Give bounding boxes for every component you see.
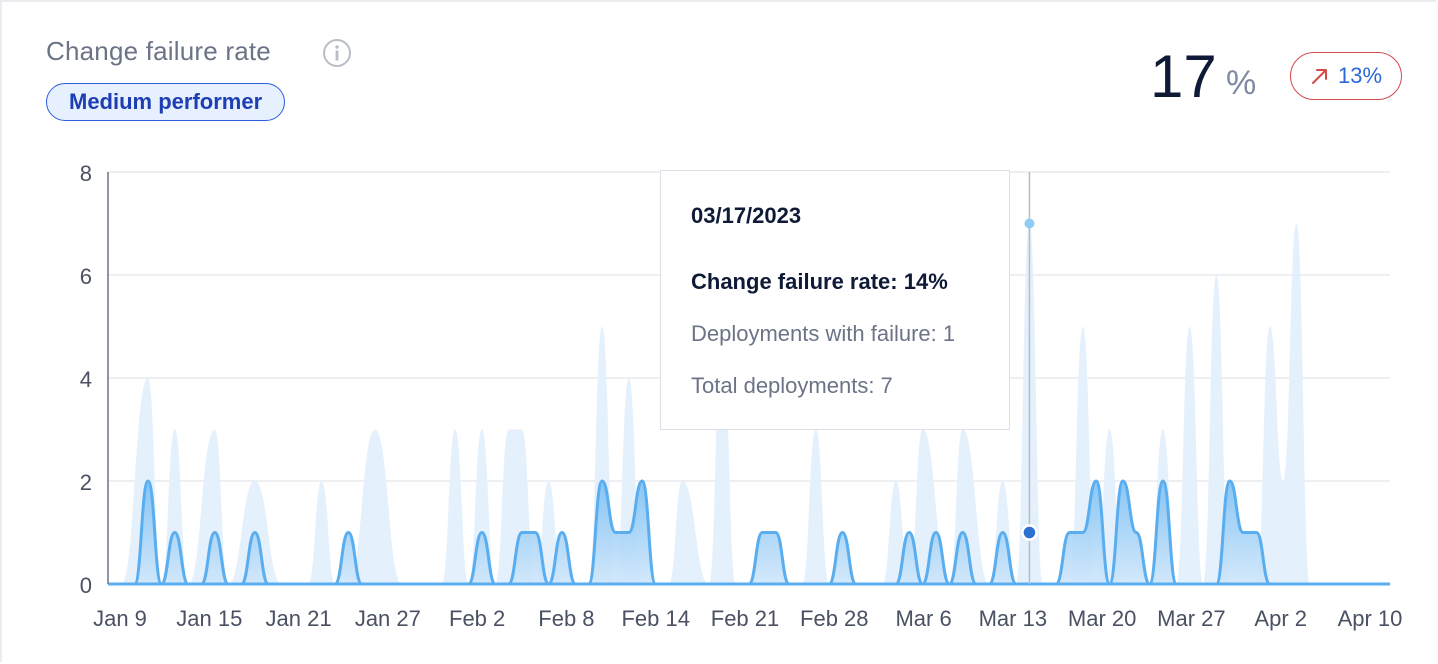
x-tick-label: Jan 9 xyxy=(93,606,147,631)
x-tick-label: Feb 28 xyxy=(800,606,869,631)
x-tick-label: Apr 10 xyxy=(1338,606,1403,631)
x-tick-label: Apr 2 xyxy=(1254,606,1307,631)
x-tick-label: Mar 6 xyxy=(895,606,951,631)
x-tick-label: Mar 20 xyxy=(1068,606,1136,631)
total-marker xyxy=(1024,219,1034,229)
y-tick-label: 0 xyxy=(80,573,92,598)
y-tick-label: 8 xyxy=(80,161,92,186)
x-tick-label: Feb 21 xyxy=(711,606,780,631)
failure-marker xyxy=(1022,526,1036,540)
x-tick-label: Feb 2 xyxy=(449,606,505,631)
x-tick-label: Mar 13 xyxy=(979,606,1047,631)
y-tick-label: 4 xyxy=(80,367,92,392)
tooltip-failure-rate: Change failure rate: 14% xyxy=(691,269,979,295)
tooltip-failed-deployments: Deployments with failure: 1 xyxy=(691,321,979,347)
x-tick-label: Jan 15 xyxy=(176,606,242,631)
x-tick-label: Jan 21 xyxy=(266,606,332,631)
y-tick-label: 2 xyxy=(80,470,92,495)
x-tick-label: Mar 27 xyxy=(1157,606,1225,631)
tooltip-date: 03/17/2023 xyxy=(691,203,979,229)
x-tick-label: Jan 27 xyxy=(355,606,421,631)
y-tick-label: 6 xyxy=(80,264,92,289)
chart-tooltip: 03/17/2023 Change failure rate: 14% Depl… xyxy=(660,170,1010,430)
tooltip-total-deployments: Total deployments: 7 xyxy=(691,373,979,399)
x-tick-label: Feb 8 xyxy=(538,606,594,631)
x-tick-label: Feb 14 xyxy=(621,606,690,631)
